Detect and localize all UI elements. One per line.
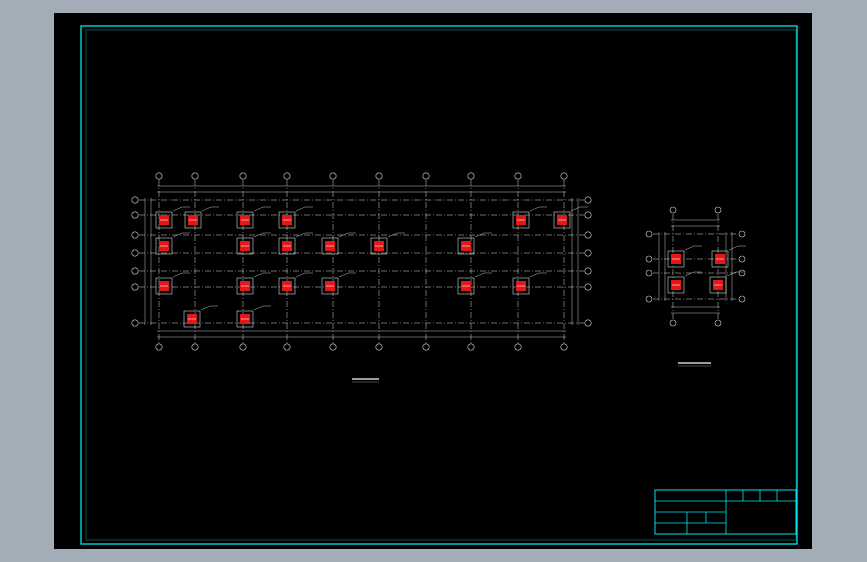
grid-bubble <box>131 211 139 219</box>
grid-bubble <box>191 172 199 180</box>
grid-bubble <box>560 343 568 351</box>
grid-bubble <box>514 343 522 351</box>
grid-bubble <box>645 269 653 277</box>
inner-border <box>85 29 797 541</box>
leader-line <box>172 206 183 212</box>
leader-line <box>253 305 264 311</box>
grid-bubble <box>283 172 291 180</box>
leader-line <box>726 271 737 277</box>
grid-bubble <box>155 172 163 180</box>
title-block <box>654 489 797 535</box>
grid-bubble <box>131 196 139 204</box>
grid-bubble <box>422 172 430 180</box>
grid-bubble <box>584 196 592 204</box>
grid-bubble <box>669 319 677 327</box>
grid-bubble <box>714 206 722 214</box>
grid-bubble <box>131 319 139 327</box>
leader-line <box>253 272 264 278</box>
leader-line <box>201 206 212 212</box>
grid-bubble <box>584 283 592 291</box>
grid-bubble <box>738 230 746 238</box>
grid-bubble <box>422 343 430 351</box>
leader-line <box>253 206 264 212</box>
leader-line <box>295 206 306 212</box>
grid-bubble <box>329 343 337 351</box>
grid-bubble <box>584 267 592 275</box>
outer-border <box>80 25 798 545</box>
grid-bubble <box>714 319 722 327</box>
leader-line <box>684 271 695 277</box>
grid-bubble <box>239 172 247 180</box>
grid-bubble <box>283 343 291 351</box>
grid-bubble <box>645 230 653 238</box>
grid-bubble <box>155 343 163 351</box>
detail-foundation-plan[interactable] <box>645 206 746 327</box>
grid-bubble <box>584 231 592 239</box>
leader-line <box>200 305 211 311</box>
leader-line <box>338 272 349 278</box>
grid-bubble <box>645 255 653 263</box>
grid-bubble <box>375 172 383 180</box>
grid-bubble <box>514 172 522 180</box>
main-plan-title <box>352 378 379 383</box>
grid-bubble <box>131 283 139 291</box>
grid-bubble <box>738 255 746 263</box>
leader-line <box>529 206 540 212</box>
grid-bubble <box>669 206 677 214</box>
leader-line <box>172 272 183 278</box>
grid-bubble <box>239 343 247 351</box>
grid-bubble <box>738 269 746 277</box>
grid-bubble <box>584 249 592 257</box>
grid-bubble <box>131 231 139 239</box>
grid-bubble <box>131 249 139 257</box>
detail-plan-title <box>678 362 711 367</box>
leader-line <box>570 206 581 212</box>
grid-bubble <box>738 295 746 303</box>
grid-bubble <box>467 172 475 180</box>
grid-bubble <box>191 343 199 351</box>
leader-line <box>529 272 540 278</box>
grid-bubble <box>467 343 475 351</box>
leader-line <box>474 272 485 278</box>
leader-line <box>684 245 695 251</box>
grid-bubble <box>131 267 139 275</box>
grid-bubble <box>584 211 592 219</box>
leader-line <box>295 272 306 278</box>
leader-line <box>728 245 739 251</box>
grid-bubble <box>375 343 383 351</box>
cad-viewport[interactable] <box>54 13 812 549</box>
grid-bubble <box>584 319 592 327</box>
drawing-canvas[interactable] <box>54 13 812 549</box>
grid-bubble <box>560 172 568 180</box>
grid-bubble <box>645 295 653 303</box>
grid-bubble <box>329 172 337 180</box>
main-foundation-plan[interactable] <box>131 172 592 351</box>
